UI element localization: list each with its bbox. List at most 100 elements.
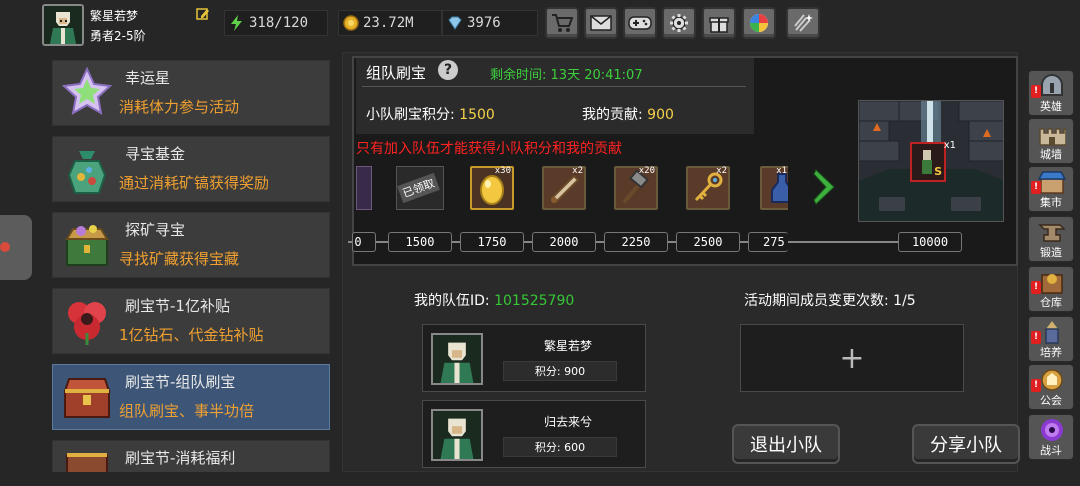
milestone-final: 10000 [898, 232, 962, 252]
reward-item-partial[interactable] [356, 166, 372, 210]
player-avatar[interactable] [42, 4, 84, 46]
castle-icon [1039, 128, 1066, 146]
next-arrow-icon[interactable] [812, 168, 838, 206]
top-bar [0, 0, 1080, 48]
gift-button[interactable] [702, 7, 736, 39]
reward-item[interactable]: x20 [614, 166, 658, 210]
menu-wall[interactable]: 城墙 [1028, 118, 1074, 164]
menu-heroes[interactable]: ! 英雄 [1028, 70, 1074, 116]
milestone: 1750 [460, 232, 524, 252]
event-desc: 通过消耗矿镐获得奖励 [119, 174, 270, 192]
add-member-button[interactable]: + [740, 324, 964, 392]
menu-battle[interactable]: 战斗 [1028, 414, 1074, 460]
team-member-card[interactable]: 繁星若梦 积分: 900 [422, 324, 646, 392]
gamepad-button[interactable] [623, 7, 657, 39]
member-changes: 活动期间成员变更次数: 1/5 [744, 293, 916, 309]
reward-item-claimed: 已领取 [396, 166, 444, 210]
helmet-icon [1041, 74, 1063, 96]
team-member-card[interactable]: 归去来兮 积分: 600 [422, 400, 646, 468]
red-flower-icon [59, 293, 115, 349]
edit-icon[interactable] [196, 6, 210, 20]
help-icon[interactable]: ? [438, 60, 458, 80]
event-team-farming[interactable]: 刷宝节-组队刷宝 组队刷宝、事半功倍 [52, 364, 330, 430]
plus-icon: + [839, 340, 865, 376]
treasure-bag-icon [59, 141, 115, 197]
event-mining-treasure[interactable]: 探矿寻宝 寻找矿藏获得宝藏 [52, 212, 330, 278]
gold-coin-icon [342, 14, 360, 32]
menu-market[interactable]: ! 集市 [1028, 166, 1074, 212]
team-score-value: 1500 [459, 107, 495, 123]
alert-badge: ! [1031, 331, 1041, 344]
menu-cultivate[interactable]: ! 培养 [1028, 316, 1074, 362]
menu-warehouse[interactable]: ! 仓库 [1028, 266, 1074, 312]
chest-icon [59, 369, 115, 425]
leave-team-button[interactable]: 退出小队 [732, 424, 840, 464]
alert-badge: ! [1031, 85, 1041, 98]
event-lucky-star[interactable]: 幸运星 消耗体力参与活动 [52, 60, 330, 126]
member-score: 积分: 900 [503, 361, 617, 381]
star-icon [59, 65, 115, 121]
player-rank: 勇者2-5阶 [90, 29, 146, 43]
lightning-icon [228, 14, 246, 32]
alert-badge: ! [1031, 181, 1041, 194]
mail-button[interactable] [584, 7, 618, 39]
sparkle-icon [794, 14, 813, 32]
apple-icon [0, 242, 10, 252]
member-name: 繁星若梦 [543, 339, 592, 353]
reward-item[interactable]: x2 [542, 166, 586, 210]
share-team-button[interactable]: 分享小队 [912, 424, 1020, 464]
remaining-time-value: 13天 20:41:07 [550, 68, 643, 83]
event-title: 刷宝节-1亿补贴 [125, 297, 230, 315]
event-title: 探矿寻宝 [125, 221, 186, 239]
settings-button[interactable] [662, 7, 696, 39]
my-contribution-value: 900 [647, 107, 674, 123]
sparkle-button[interactable] [786, 7, 820, 39]
chest-icon [59, 445, 115, 472]
reward-item[interactable]: x30 [470, 166, 514, 210]
reward-item[interactable]: x2 [686, 166, 730, 210]
side-drawer-tab[interactable] [0, 215, 32, 280]
event-consumption-bonus[interactable]: 刷宝节-消耗福利 [52, 440, 330, 472]
member-changes-value: 1/5 [893, 293, 916, 309]
menu-guild[interactable]: ! 公会 [1028, 364, 1074, 410]
mail-icon [590, 15, 612, 31]
team-id: 我的队伍ID: 101525790 [414, 293, 575, 309]
reward-item[interactable]: x1 [760, 166, 788, 210]
scene-item[interactable]: x1 S [910, 140, 956, 182]
my-contribution: 我的贡献: 900 [582, 107, 674, 123]
warehouse-icon [1041, 274, 1063, 294]
milestone: 2250 [604, 232, 668, 252]
diamond-value: 3976 [467, 15, 501, 31]
team-id-value: 101525790 [494, 293, 575, 309]
milestone-partial: 275 [748, 232, 788, 252]
avatar [431, 333, 483, 385]
gift-icon [709, 17, 729, 33]
event-treasure-fund[interactable]: 寻宝基金 通过消耗矿镐获得奖励 [52, 136, 330, 202]
menu-forge[interactable]: 锻造 [1028, 216, 1074, 262]
stamina-counter: 318/120 [224, 10, 328, 36]
spinner-icon [750, 14, 768, 32]
milestone: 2500 [676, 232, 740, 252]
event-desc: 消耗体力参与活动 [119, 98, 240, 116]
event-title-label: 组队刷宝 [366, 64, 427, 82]
event-title: 刷宝节-消耗福利 [125, 449, 236, 467]
portal-icon [1041, 419, 1063, 441]
gear-icon [670, 14, 688, 32]
remaining-time: 剩余时间: 13天 20:41:07 [490, 68, 643, 83]
event-subsidy[interactable]: 刷宝节-1亿补贴 1亿钻石、代金钻补贴 [52, 288, 330, 354]
shop-button[interactable] [545, 7, 579, 39]
divider [362, 86, 746, 87]
gamepad-icon [628, 16, 652, 30]
player-name: 繁星若梦 [90, 9, 139, 23]
event-desc: 组队刷宝、事半功倍 [119, 402, 255, 420]
alert-badge: ! [1031, 281, 1041, 294]
team-score: 小队刷宝积分: 1500 [366, 107, 495, 123]
spinner-button[interactable] [742, 7, 776, 39]
diamond-icon [446, 14, 464, 32]
milestone-partial: 0 [352, 232, 376, 252]
event-desc: 1亿钻石、代金钻补贴 [119, 326, 264, 344]
gold-counter: 23.72M [338, 10, 442, 36]
milestone: 1500 [388, 232, 452, 252]
avatar [431, 409, 483, 461]
alert-badge: ! [1031, 379, 1041, 392]
